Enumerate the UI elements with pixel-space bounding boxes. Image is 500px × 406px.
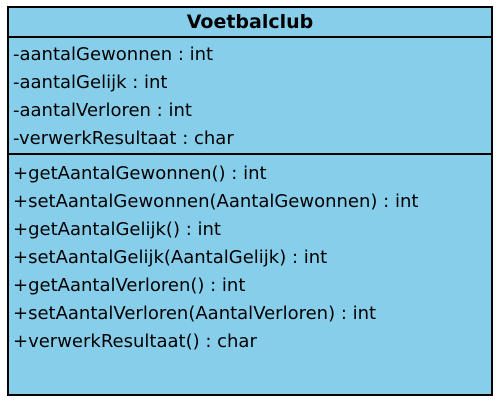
attribute-verwerk-resultaat: -verwerkResultaat : char [13, 128, 234, 149]
method-get-aantal-verloren: +getAantalVerloren() : int [13, 275, 246, 296]
method-set-aantal-verloren: +setAantalVerloren(AantalVerloren) : int [13, 303, 377, 324]
attribute-aantal-gelijk: -aantalGelijk : int [13, 72, 168, 93]
method-get-aantal-gelijk: +getAantalGelijk() : int [13, 219, 221, 240]
uml-class-box: Voetbalclub -aantalGewonnen : int -aanta… [7, 6, 493, 396]
method-verwerk-resultaat: +verwerkResultaat() : char [13, 331, 257, 352]
class-name: Voetbalclub [9, 8, 491, 38]
method-get-aantal-gewonnen: +getAantalGewonnen() : int [13, 163, 267, 184]
methods-compartment: +getAantalGewonnen() : int +setAantalGew… [9, 155, 491, 356]
attribute-aantal-gewonnen: -aantalGewonnen : int [13, 44, 214, 65]
attribute-aantal-verloren: -aantalVerloren : int [13, 100, 192, 121]
method-set-aantal-gelijk: +setAantalGelijk(AantalGelijk) : int [13, 247, 328, 268]
attributes-compartment: -aantalGewonnen : int -aantalGelijk : in… [9, 38, 491, 155]
method-set-aantal-gewonnen: +setAantalGewonnen(AantalGewonnen) : int [13, 191, 419, 212]
